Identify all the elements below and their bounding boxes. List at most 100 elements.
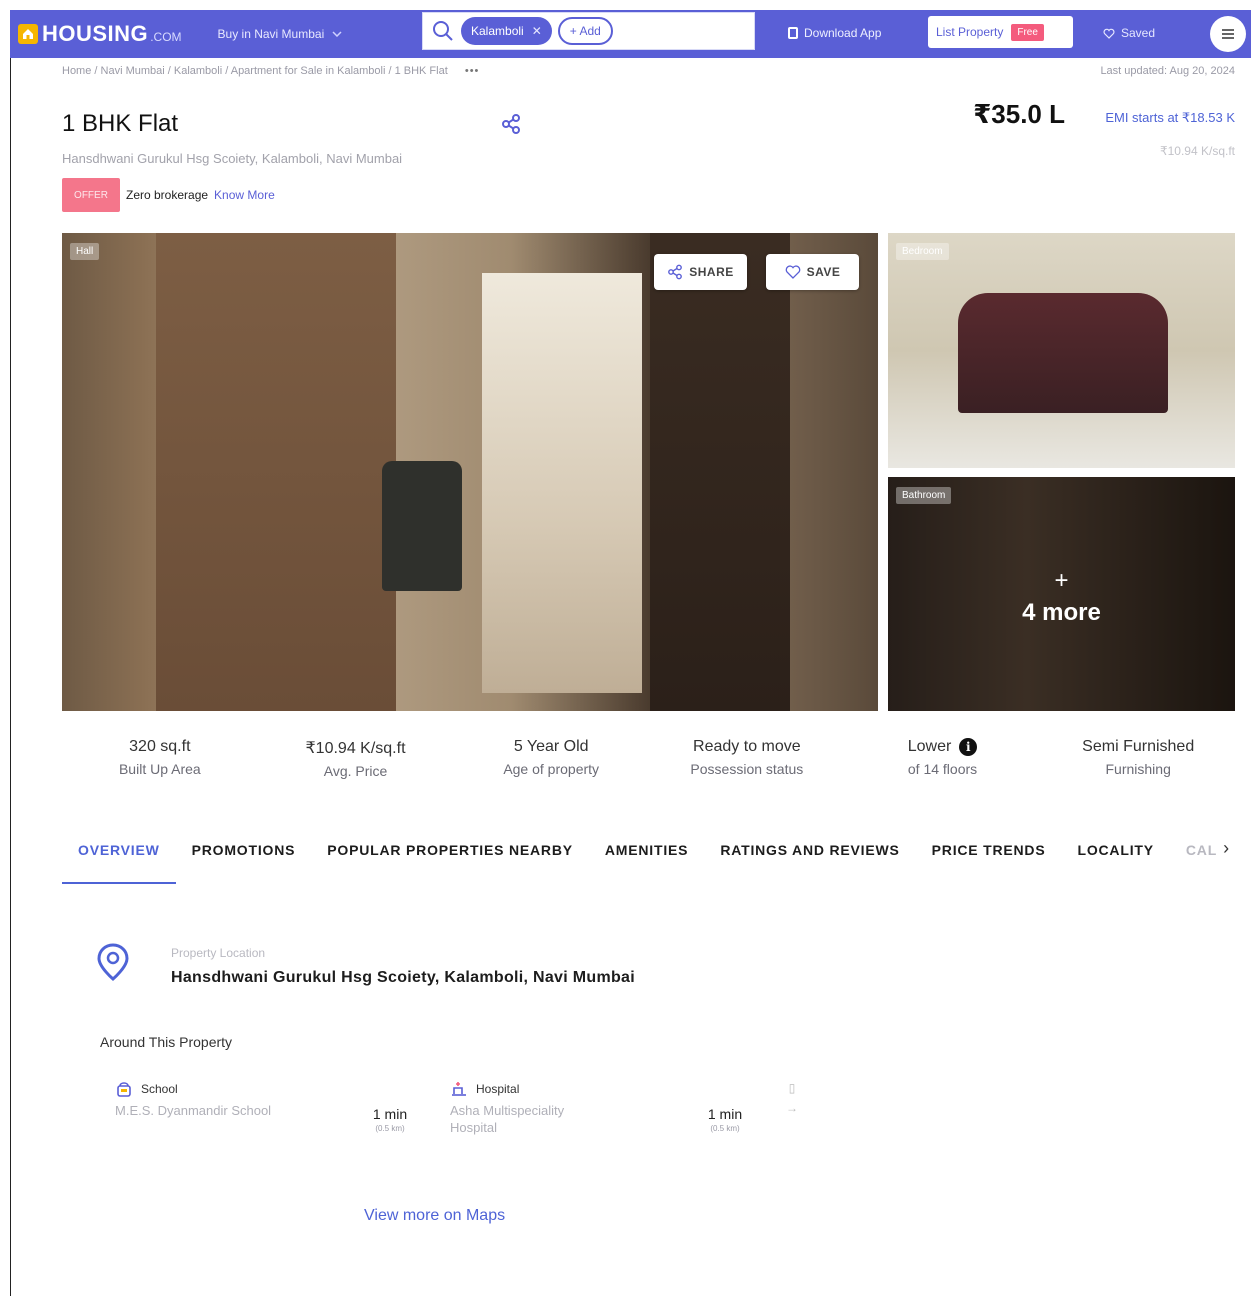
top-navigation-bar: HOUSING .COM Buy in Navi Mumbai Kalambol… [10, 10, 1251, 58]
tab-locality[interactable]: LOCALITY [1061, 838, 1169, 884]
bathroom-photo[interactable]: Bathroom + 4 more [888, 477, 1235, 711]
hospital-icon [452, 1082, 466, 1096]
plus-icon: + [1054, 567, 1069, 594]
hall-photo[interactable]: Hall [62, 233, 878, 711]
menu-icon [1222, 29, 1234, 39]
poi-header: School [115, 1080, 415, 1098]
stat-floor: Lower i of 14 floors [845, 738, 1041, 779]
bed-shape [958, 293, 1168, 413]
poi-header: Hospital [450, 1080, 750, 1098]
save-button[interactable]: SAVE [766, 254, 859, 290]
poi-name: M.E.S. Dyanmandir School [115, 1103, 272, 1118]
heart-icon [785, 265, 800, 279]
section-tabs: OVERVIEW PROMOTIONS POPULAR PROPERTIES N… [62, 838, 1236, 886]
nearby-hospital[interactable]: Hospital Asha Multispeciality Hospital 1… [450, 1080, 750, 1136]
poi-distance: (0.5 km) [710, 1124, 740, 1133]
add-locality-button[interactable]: + Add [557, 17, 613, 45]
chevron-right-icon[interactable]: › [1223, 838, 1229, 859]
poi-distance: (0.5 km) [375, 1124, 405, 1133]
tab-promotions[interactable]: PROMOTIONS [176, 838, 312, 884]
tab-price-trends[interactable]: PRICE TRENDS [916, 838, 1062, 884]
stat-value: ₹10.94 K/sq.ft [305, 740, 406, 757]
breadcrumb-path[interactable]: Home / Navi Mumbai / Kalamboli / Apartme… [62, 65, 448, 77]
nearby-school[interactable]: School M.E.S. Dyanmandir School 1 min (0… [115, 1080, 415, 1133]
listing-address: Hansdhwani Gurukul Hsg Scoiety, Kalambol… [62, 151, 403, 166]
housing-logo[interactable]: HOUSING .COM [18, 21, 182, 47]
offer-text: Zero brokerage [126, 188, 209, 202]
page-left-border [10, 58, 11, 1296]
tab-overview[interactable]: OVERVIEW [62, 838, 176, 884]
stat-age: 5 Year Old Age of property [453, 738, 649, 779]
more-photos-label: 4 more [1022, 599, 1101, 626]
property-location-label: Property Location [171, 946, 266, 960]
locality-chip-label: Kalamboli [471, 24, 524, 38]
stat-value: 320 sq.ft [129, 738, 191, 755]
phone-icon [788, 27, 798, 39]
offer-row: OFFER Zero brokerage Know More [62, 178, 275, 212]
breadcrumb-more[interactable]: ••• [465, 65, 480, 77]
arrow-right-icon: → [786, 1101, 798, 1115]
stat-value: Lower [907, 738, 952, 755]
listing-price: ₹35.0 L [973, 99, 1065, 129]
info-icon[interactable]: i [959, 738, 978, 756]
locality-chip[interactable]: Kalamboli ✕ [461, 17, 552, 45]
buy-city-label: Buy in Navi Mumbai [217, 27, 325, 41]
logo-suffix: .COM [150, 30, 182, 44]
tab-ratings-and-reviews[interactable]: RATINGS AND REVIEWS [704, 838, 915, 884]
page-title: 1 BHK Flat [62, 110, 179, 137]
emi-link[interactable]: EMI starts at ₹18.53 K [1105, 110, 1235, 126]
stat-label: Built Up Area [118, 761, 201, 777]
download-app-link[interactable]: Download App [788, 26, 881, 40]
stat-avg-price: ₹10.94 K/sq.ft Avg. Price [258, 738, 454, 779]
stat-value: Semi Furnished [1082, 738, 1195, 755]
breadcrumb[interactable]: Home / Navi Mumbai / Kalamboli / Apartme… [62, 65, 479, 77]
poi-name: Asha Multispeciality Hospital [450, 1103, 565, 1135]
poi-category: School [141, 1082, 178, 1096]
stat-label: Age of property [503, 761, 600, 777]
more-nearby-places[interactable]: ▯ → [782, 1078, 802, 1118]
saved-link[interactable]: Saved [1103, 26, 1155, 40]
search-box[interactable]: Kalamboli ✕ + Add [422, 12, 755, 50]
close-icon[interactable]: ✕ [532, 24, 542, 38]
more-photos-button[interactable]: + 4 more [888, 569, 1235, 627]
stat-value: 5 Year Old [513, 738, 589, 755]
around-property-title: Around This Property [100, 1034, 233, 1050]
stat-label: Avg. Price [323, 763, 388, 779]
know-more-link[interactable]: Know More [214, 188, 275, 202]
poi-travel-time: 1 min (0.5 km) [700, 1106, 750, 1133]
share-icon [668, 264, 683, 280]
share-button[interactable]: SHARE [654, 254, 747, 290]
buy-city-select[interactable]: Buy in Navi Mumbai [218, 27, 343, 41]
poi-category: Hospital [476, 1082, 520, 1096]
chevron-down-icon [332, 31, 342, 37]
location-pin-icon [97, 943, 129, 981]
poi-minutes: 1 min [707, 1106, 743, 1122]
tab-popular-properties-nearby[interactable]: POPULAR PROPERTIES NEARBY [311, 838, 589, 884]
stat-label: Furnishing [1105, 761, 1171, 777]
heart-icon [1103, 28, 1115, 39]
tab-amenities[interactable]: AMENITIES [589, 838, 704, 884]
poi-minutes: 1 min [372, 1106, 408, 1122]
download-app-label: Download App [804, 26, 882, 40]
stat-label: of 14 floors [907, 761, 978, 777]
building-icon: ▯ [788, 1081, 796, 1095]
tab-calculator[interactable]: CAL [1170, 838, 1223, 884]
search-icon[interactable] [431, 19, 455, 43]
hamburger-menu-button[interactable] [1210, 16, 1246, 52]
saved-label: Saved [1121, 26, 1156, 40]
photo-label-hall: Hall [70, 243, 100, 260]
property-stats: 320 sq.ft Built Up Area ₹10.94 K/sq.ft A… [62, 738, 1236, 779]
stat-floor-value-row: Lower i [845, 738, 1041, 756]
doorway-shape [482, 273, 642, 693]
home-logo-icon [18, 24, 38, 44]
logo-text: HOUSING [42, 21, 149, 46]
list-property-button[interactable]: List Property Free [928, 16, 1073, 48]
bedroom-photo[interactable]: Bedroom [888, 233, 1235, 468]
stat-value: Ready to move [693, 738, 801, 755]
free-badge: Free [1011, 23, 1044, 41]
view-more-on-maps-link[interactable]: View more on Maps [364, 1207, 505, 1225]
stat-furnishing: Semi Furnished Furnishing [1040, 738, 1236, 779]
stat-built-up-area: 320 sq.ft Built Up Area [62, 738, 258, 779]
share-icon[interactable] [500, 113, 522, 135]
last-updated: Last updated: Aug 20, 2024 [1100, 65, 1235, 77]
